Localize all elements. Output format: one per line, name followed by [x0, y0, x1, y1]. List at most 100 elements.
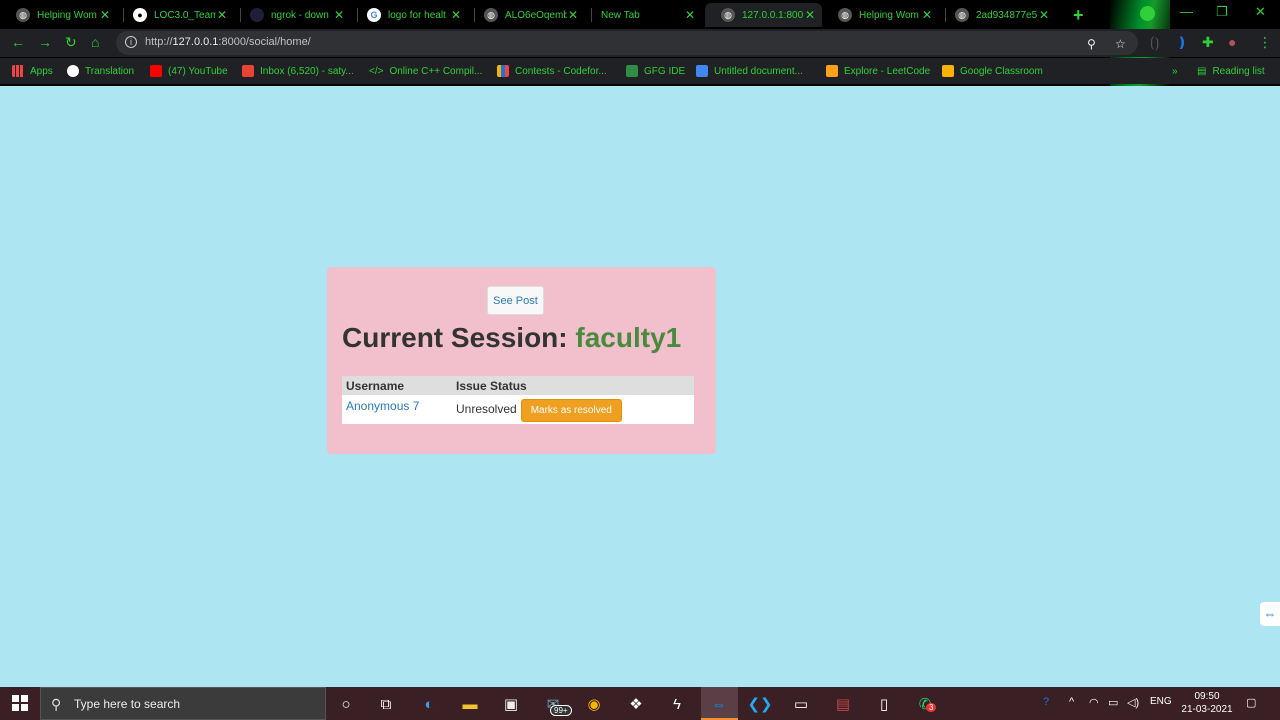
tab-loc-team[interactable]: ● LOC3.0_Team- ✕	[117, 3, 234, 27]
tab-helping-women-1[interactable]: ◍ Helping Wom ✕	[0, 3, 117, 27]
status-cell: Unresolved Marks as resolved	[452, 395, 694, 424]
tab-title: logo for healt	[388, 9, 446, 21]
browser-chrome: ◍ Helping Wom ✕ ● LOC3.0_Team- ✕ ngrok -…	[0, 0, 1280, 86]
tab-new-tab[interactable]: New Tab ✕	[585, 3, 702, 27]
teamviewer-icon[interactable]: ⇔	[708, 693, 730, 715]
google-icon: G	[367, 8, 381, 22]
bookmarks-overflow[interactable]: »	[1172, 63, 1178, 79]
tab-ngrok[interactable]: ngrok - down ✕	[234, 3, 351, 27]
volume-icon[interactable]: ◁)	[1127, 696, 1139, 709]
teamviewer-widget-icon[interactable]: ⇔	[1260, 602, 1280, 626]
windows-taskbar: ⚲ Type here to search ○ ⧉ ◐ ▬ ▣ ✉ 99+ ◉ …	[0, 687, 1280, 720]
close-icon[interactable]: ✕	[216, 8, 228, 22]
vscode-icon[interactable]: ❮❯	[747, 693, 772, 715]
chevron-up-icon[interactable]: ^	[1069, 696, 1074, 708]
help-icon[interactable]: ?	[1043, 696, 1049, 708]
username-link[interactable]: Anonymous 7	[342, 395, 452, 424]
store-badge: 99+	[550, 705, 572, 716]
globe-icon: ◍	[16, 8, 30, 22]
battery-icon[interactable]: ▭	[1108, 696, 1118, 709]
tab-alo6[interactable]: ◍ ALO6eOqemb ✕	[468, 3, 585, 27]
close-icon[interactable]: ✕	[450, 8, 462, 22]
windows-start-icon[interactable]	[12, 695, 28, 711]
puzzle-icon[interactable]: ✚	[1202, 34, 1214, 51]
forward-icon[interactable]: →	[38, 34, 52, 50]
address-bar[interactable]: i http://127.0.0.1:8000/social/home/ ⚲ ☆	[116, 31, 1138, 55]
codeforces-icon	[497, 65, 509, 77]
zoom-icon[interactable]: ⚲	[1087, 37, 1096, 51]
bookmark-codeforces[interactable]: Contests - Codefor...	[497, 63, 607, 79]
edge-icon[interactable]: ◐	[418, 693, 440, 715]
close-icon[interactable]: ✕	[567, 8, 579, 22]
cortana-icon[interactable]: ○	[335, 693, 357, 715]
close-window-button[interactable]: ✕	[1255, 4, 1266, 20]
sublime-icon[interactable]: ϟ	[666, 693, 688, 715]
store-icon[interactable]: ▣	[500, 693, 522, 715]
task-view-icon[interactable]: ⧉	[375, 693, 397, 715]
bookmark-online-cpp[interactable]: </> Online C++ Compil...	[369, 63, 482, 79]
tab-title: 2ad934877e5	[976, 9, 1038, 21]
tab-localhost-active[interactable]: ◍ 127.0.0.1:800 ✕	[705, 3, 822, 27]
tab-title: Helping Wom	[37, 9, 97, 21]
close-icon[interactable]: ✕	[684, 8, 696, 22]
close-icon[interactable]: ✕	[99, 8, 111, 22]
profile-icon[interactable]	[1140, 6, 1155, 21]
minimize-button[interactable]: —	[1180, 4, 1193, 19]
see-post-button[interactable]: See Post	[487, 286, 544, 315]
github-icon: ●	[133, 8, 147, 22]
extension-icon[interactable]: ⟮⟯	[1150, 34, 1159, 51]
globe-icon: ◍	[484, 8, 498, 22]
chrome-icon[interactable]: ◉	[583, 693, 605, 715]
session-card: See Post Current Session: faculty1 Usern…	[327, 267, 716, 454]
close-icon[interactable]: ✕	[921, 8, 933, 22]
bookmark-star-icon[interactable]: ☆	[1115, 37, 1126, 51]
avatar[interactable]: ●	[1228, 34, 1236, 50]
globe-icon: ◍	[721, 8, 735, 22]
url-text[interactable]: http://127.0.0.1:8000/social/home/	[145, 36, 311, 48]
reload-icon[interactable]: ↻	[65, 34, 77, 51]
browser-toolbar: ← → ↻ ⌂ i http://127.0.0.1:8000/social/h…	[0, 29, 1280, 57]
menu-icon[interactable]: ⋮	[1258, 34, 1272, 51]
terminal-icon[interactable]: ▭	[790, 693, 812, 715]
tab-helping-women-2[interactable]: ◍ Helping Wom ✕	[822, 3, 939, 27]
bookmark-translation[interactable]: Translation	[67, 63, 134, 79]
winrar-icon[interactable]: ▤	[832, 693, 854, 715]
bookmark-untitled-doc[interactable]: Untitled document...	[696, 63, 803, 79]
leetcode-icon	[826, 65, 838, 77]
bookmark-leetcode[interactable]: Explore - LeetCode	[826, 63, 930, 79]
reading-list[interactable]: ▤ Reading list	[1197, 63, 1265, 79]
bookmark-gfg[interactable]: GFG IDE	[626, 63, 685, 79]
file-explorer-icon[interactable]: ▬	[459, 693, 481, 715]
dropbox-icon[interactable]: ❖	[625, 693, 647, 715]
language-indicator[interactable]: ENG	[1150, 696, 1172, 707]
bookmark-classroom[interactable]: Google Classroom	[942, 63, 1043, 79]
search-icon: ⚲	[51, 696, 62, 712]
bookmark-gmail[interactable]: Inbox (6,520) - saty...	[242, 63, 354, 79]
new-tab-button[interactable]: +	[1073, 5, 1084, 26]
taskbar-search-input[interactable]: ⚲ Type here to search	[40, 687, 326, 720]
info-icon[interactable]: i	[125, 36, 137, 48]
mark-resolved-button[interactable]: Marks as resolved	[520, 399, 622, 422]
bookmark-apps[interactable]: Apps	[12, 63, 53, 79]
notepad-icon[interactable]: ▯	[873, 693, 895, 715]
tab-title: New Tab	[601, 9, 640, 21]
close-icon[interactable]: ✕	[804, 8, 816, 22]
bookmark-youtube[interactable]: (47) YouTube	[150, 63, 228, 79]
clock-date: 21-03-2021	[1181, 704, 1233, 715]
back-icon[interactable]: ←	[11, 34, 25, 50]
close-icon[interactable]: ✕	[333, 8, 345, 22]
extension-wave-icon[interactable]: ❫	[1176, 34, 1188, 51]
tab-logo-search[interactable]: G logo for healt ✕	[351, 3, 468, 27]
wifi-icon[interactable]: ◠	[1089, 696, 1099, 709]
home-icon[interactable]: ⌂	[91, 34, 99, 50]
clock[interactable]: 09:50 21-03-2021	[1172, 690, 1242, 716]
session-label: Current Session:	[342, 322, 568, 353]
docs-icon	[696, 65, 708, 77]
notification-icon[interactable]: ▢	[1246, 696, 1256, 709]
close-icon[interactable]: ✕	[1038, 8, 1050, 22]
header-issue-status: Issue Status	[456, 379, 527, 393]
session-user: faculty1	[575, 322, 682, 353]
maximize-button[interactable]: ❐	[1216, 4, 1228, 20]
tab-hash[interactable]: ◍ 2ad934877e5 ✕	[939, 3, 1056, 27]
tab-title: ALO6eOqemb	[505, 9, 567, 21]
